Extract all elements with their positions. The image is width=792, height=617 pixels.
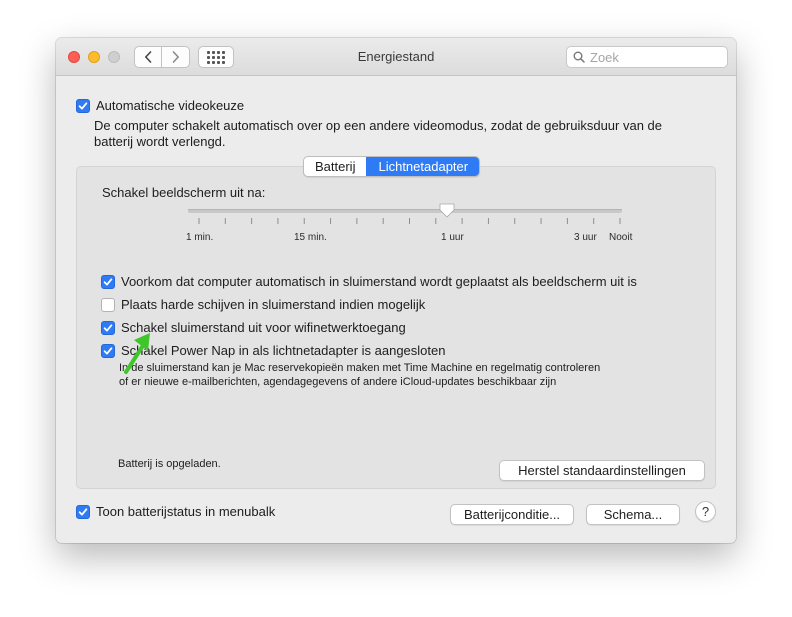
checkmark-icon <box>103 323 113 331</box>
checkmark-icon <box>78 101 88 109</box>
power-nap-checkbox[interactable] <box>101 343 115 358</box>
tick-label-never: Nooit <box>609 232 633 243</box>
slider-track-edge <box>188 209 622 210</box>
tab-power-adapter[interactable]: Lichtnetadapter <box>366 157 480 176</box>
auto-graphics-description-line2: batterij wordt verlengd. <box>94 134 226 149</box>
auto-graphics-checkbox[interactable] <box>76 98 90 113</box>
auto-graphics-row[interactable]: Automatische videokeuze <box>76 98 244 113</box>
power-nap-description-line2: of er nieuwe e-mailberichten, agendagege… <box>119 376 557 388</box>
restore-defaults-button[interactable]: Herstel standaardinstellingen <box>499 460 705 481</box>
battery-status-text: Batterij is opgeladen. <box>118 458 221 470</box>
preferences-window: Energiestand Automatische videokeuze De … <box>56 38 736 543</box>
auto-graphics-label: Automatische videokeuze <box>96 98 245 113</box>
search-input[interactable] <box>590 49 710 65</box>
menubar-status-checkbox[interactable] <box>76 504 90 519</box>
checkmark-icon <box>103 277 113 285</box>
tick-label-3hours: 3 uur <box>574 232 597 243</box>
help-button[interactable]: ? <box>695 501 716 522</box>
display-sleep-slider[interactable] <box>176 198 636 232</box>
auto-graphics-description-line1: De computer schakelt automatisch over op… <box>94 118 663 133</box>
checkmark-icon <box>103 346 113 354</box>
tick-label-15min: 15 min. <box>294 232 327 243</box>
wake-network-checkbox[interactable] <box>101 320 115 335</box>
battery-condition-button[interactable]: Batterijconditie... <box>450 504 574 525</box>
tick-label-1hour: 1 uur <box>441 232 464 243</box>
slider-ticks <box>198 218 621 224</box>
power-nap-description-line1: In de sluimerstand kan je Mac reservekop… <box>119 362 601 374</box>
menubar-status-label: Toon batterijstatus in menubalk <box>96 504 276 519</box>
option-prevent-sleep[interactable]: Voorkom dat computer automatisch in slui… <box>101 274 637 289</box>
tick-label-1min: 1 min. <box>186 232 214 243</box>
search-field[interactable] <box>566 46 728 68</box>
menubar-status-row[interactable]: Toon batterijstatus in menubalk <box>76 504 275 519</box>
option-disk-sleep[interactable]: Plaats harde schijven in sluimerstand in… <box>101 297 425 312</box>
schedule-button[interactable]: Schema... <box>586 504 680 525</box>
power-nap-label: Schakel Power Nap in als lichtnetadapter… <box>121 343 446 358</box>
tab-battery[interactable]: Batterij <box>304 157 366 176</box>
disk-sleep-label: Plaats harde schijven in sluimerstand in… <box>121 297 426 312</box>
arrow-annotation-icon <box>124 333 150 374</box>
slider-thumb[interactable] <box>439 203 455 218</box>
title-bar: Energiestand <box>56 38 736 76</box>
search-icon <box>573 51 585 63</box>
wake-network-label: Schakel sluimerstand uit voor wifinetwer… <box>121 320 406 335</box>
prevent-sleep-label: Voorkom dat computer automatisch in slui… <box>121 274 637 289</box>
power-source-tabs: Batterij Lichtnetadapter <box>303 156 481 177</box>
disk-sleep-checkbox[interactable] <box>101 297 115 312</box>
checkmark-icon <box>78 507 88 515</box>
prevent-sleep-checkbox[interactable] <box>101 274 115 289</box>
